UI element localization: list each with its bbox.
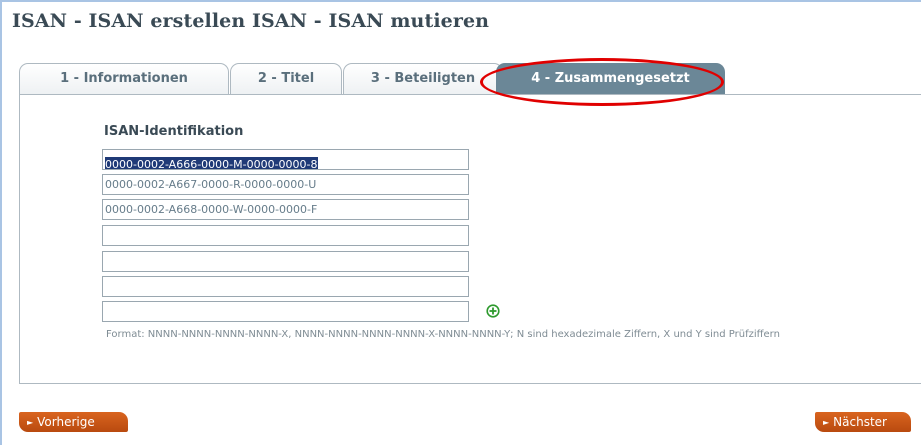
isan-input-5[interactable] [102,251,469,272]
next-button-label: Nächster [833,415,887,429]
format-hint: Format: NNNN-NNNN-NNNN-NNNN-X, NNNN-NNNN… [106,329,780,340]
tab-zusammengesetzt[interactable]: 4 - Zusammengesetzt [496,63,725,95]
previous-button[interactable]: ► Vorherige [19,412,128,432]
page-title: ISAN - ISAN erstellen ISAN - ISAN mutier… [12,10,490,32]
next-button[interactable]: ► Nächster [815,412,911,432]
previous-button-label: Vorherige [37,415,95,429]
isan-input-2[interactable] [102,174,469,195]
arrow-right-icon: ► [823,418,830,427]
isan-input-1[interactable]: 0000-0002-A666-0000-M-0000-0000-8 [102,149,469,170]
arrow-right-icon: ► [27,418,34,427]
tab-informationen[interactable]: 1 - Informationen [19,63,229,94]
plus-circle-icon[interactable] [486,304,500,318]
isan-identifikation-label: ISAN-Identifikation [104,124,244,139]
isan-input-6[interactable] [102,276,469,297]
isan-input-7[interactable] [102,301,469,322]
isan-input-4[interactable] [102,225,469,246]
isan-input-1-selected-text: 0000-0002-A666-0000-M-0000-0000-8 [105,157,318,170]
tab-beteiligten[interactable]: 3 - Beteiligten [343,63,503,94]
tab-titel[interactable]: 2 - Titel [230,63,342,94]
isan-input-3[interactable] [102,199,469,220]
